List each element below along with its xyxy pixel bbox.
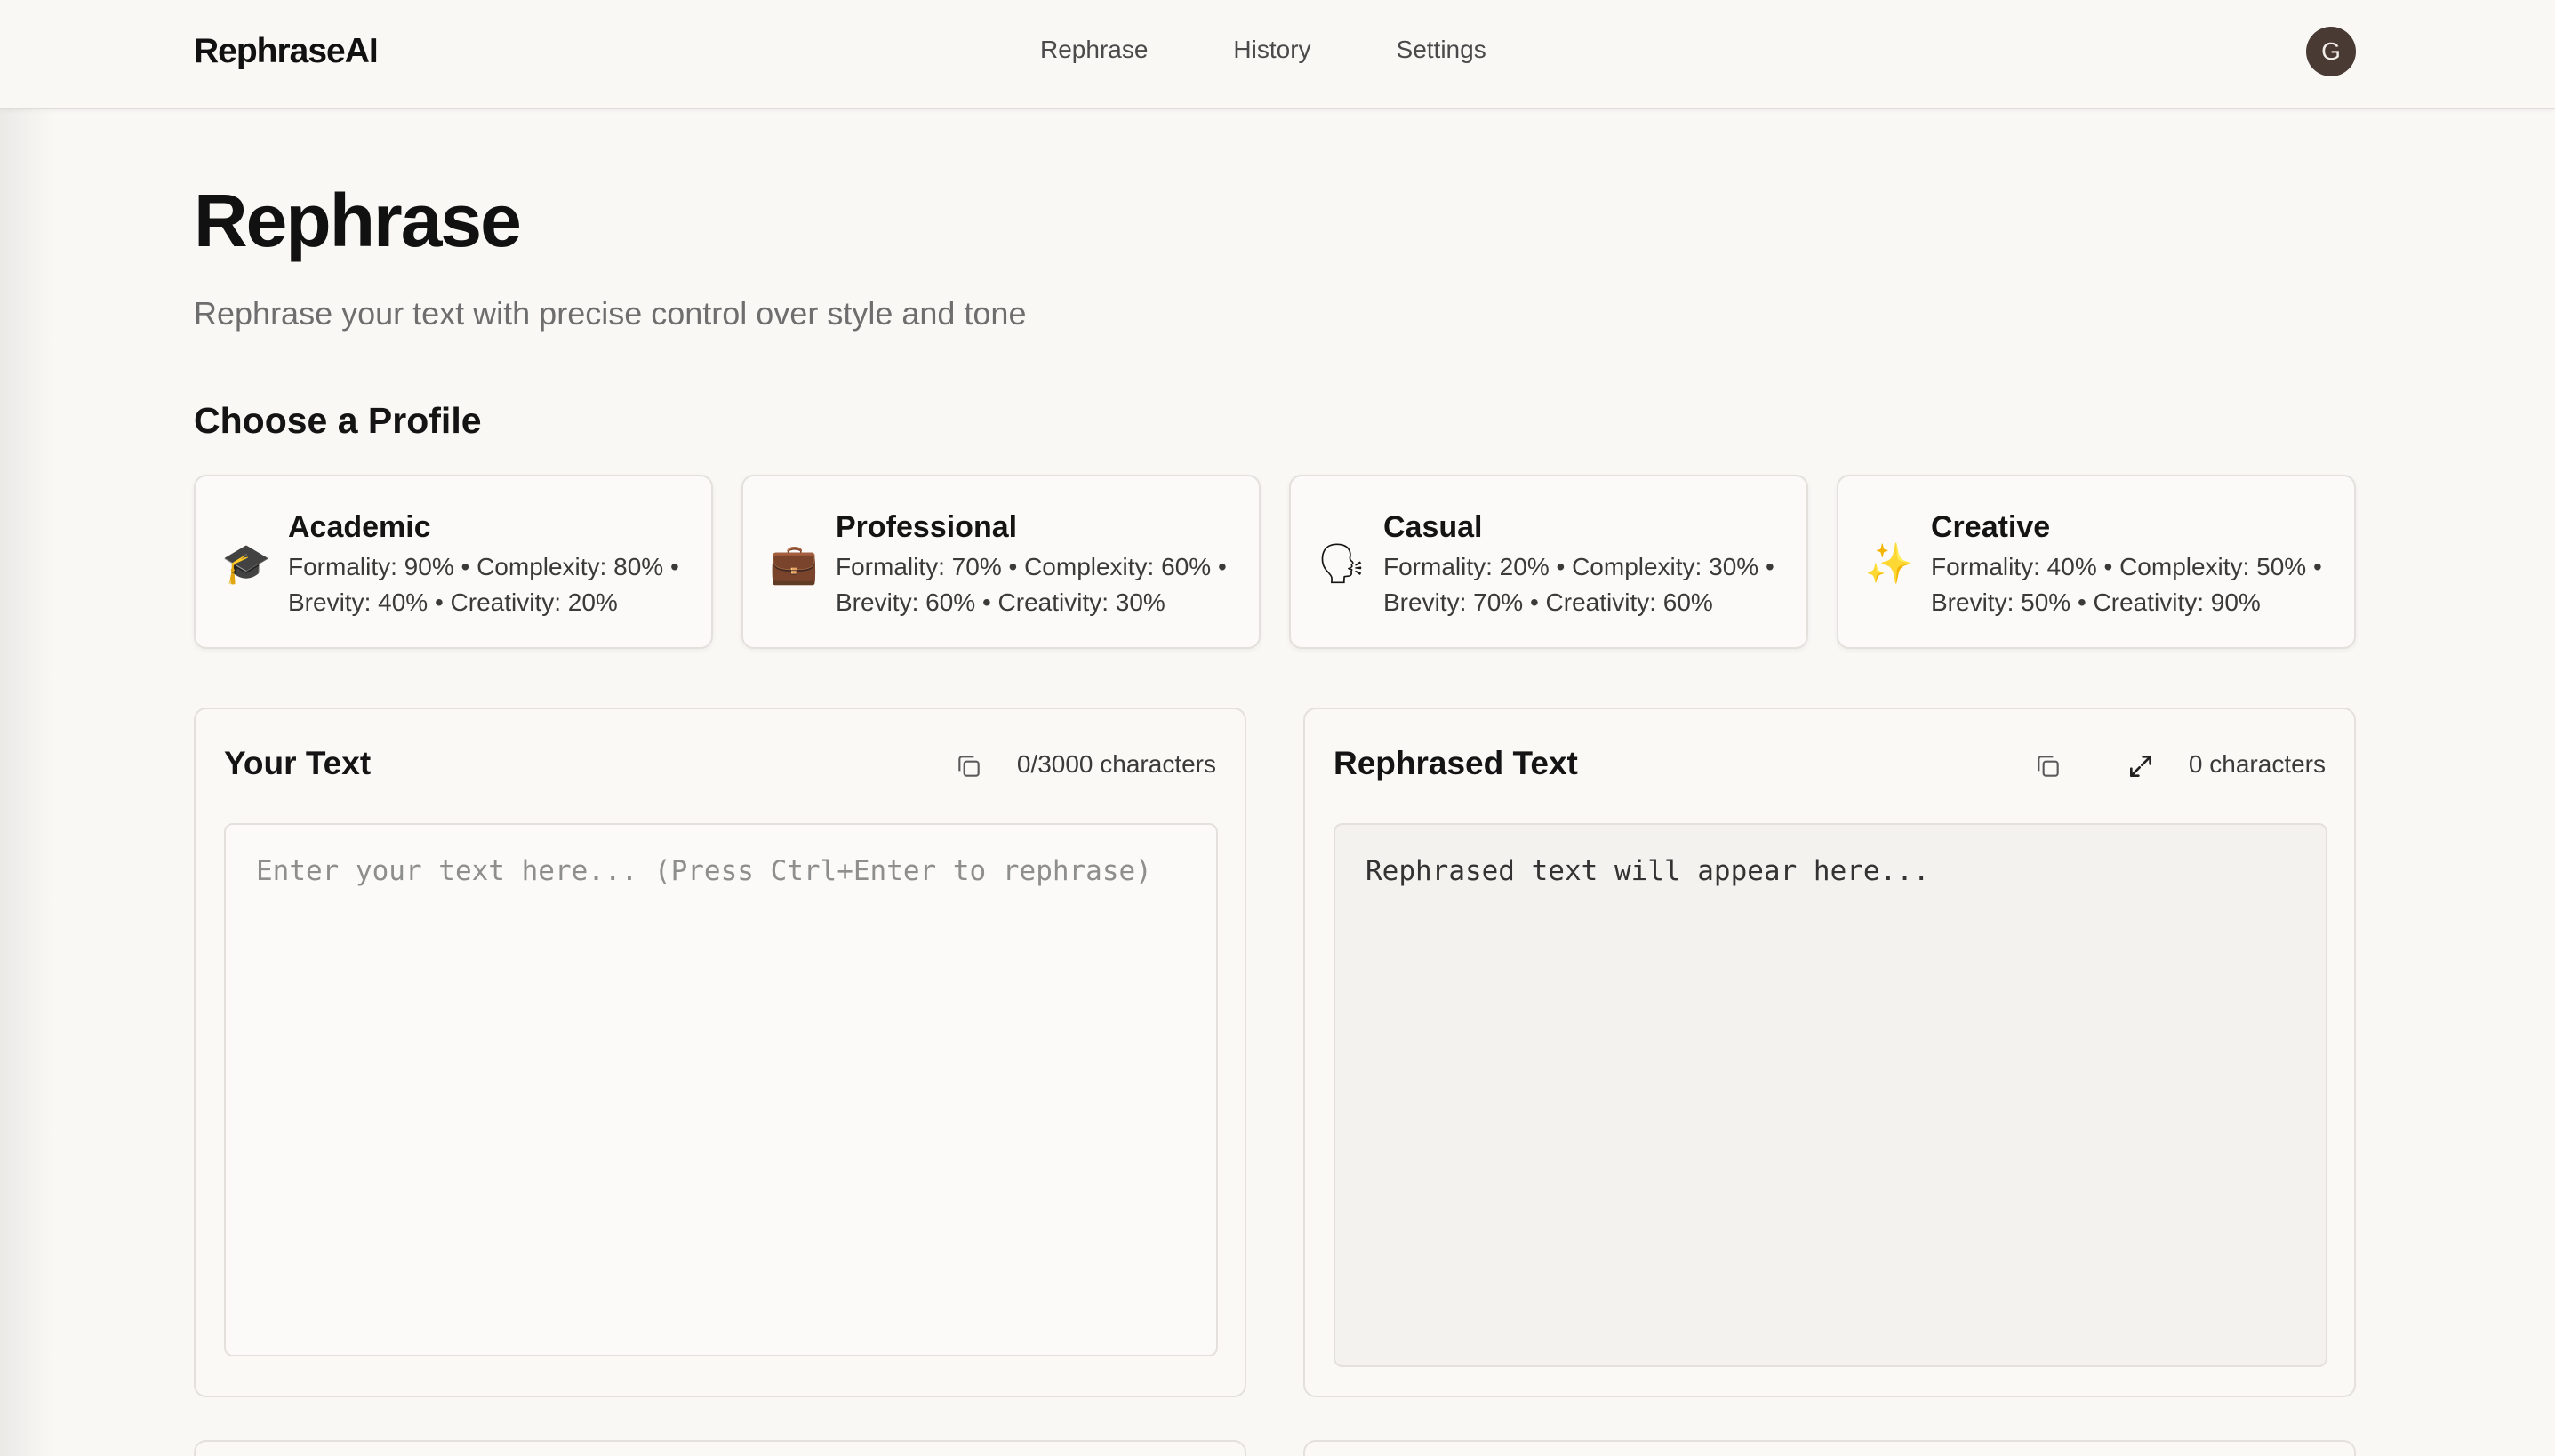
profile-name: Professional (836, 510, 1018, 544)
profile-card-creative[interactable]: ✨ Creative Formality: 40% • Complexity: … (1837, 475, 2356, 649)
output-panel-title: Rephrased Text (1334, 745, 1578, 781)
lower-panel-right (1303, 1440, 2356, 1456)
input-textarea[interactable] (224, 823, 1218, 1356)
page-subtitle: Rephrase your text with precise control … (194, 295, 1027, 332)
sparkles-icon: ✨ (1864, 542, 1914, 586)
nav-item-settings[interactable]: Settings (1397, 36, 1486, 64)
speaking-head-icon: 🗣 (1317, 542, 1366, 586)
briefcase-icon: 💼 (769, 542, 819, 586)
profile-stats: Formality: 70% • Complexity: 60% • Brevi… (836, 553, 1227, 616)
input-panel-title: Your Text (224, 745, 372, 781)
profile-stats: Formality: 90% • Complexity: 80% • Brevi… (288, 553, 679, 616)
profile-card-professional[interactable]: 💼 Professional Formality: 70% • Complexi… (741, 475, 1261, 649)
copy-icon[interactable] (951, 748, 987, 784)
main-nav: Rephrase History Settings (1040, 36, 1572, 64)
top-header: RephraseAI Rephrase History Settings G (0, 0, 2555, 109)
page: RephraseAI Rephrase History Settings G R… (0, 0, 2555, 1456)
input-char-count: 0/3000 characters (1016, 750, 1216, 778)
profile-stats: Formality: 40% • Complexity: 50% • Brevi… (1931, 553, 2322, 616)
input-panel: Your Text 0/3000 characters (194, 708, 1246, 1397)
lower-panel-left (194, 1440, 1246, 1456)
profile-stats: Formality: 20% • Complexity: 30% • Brevi… (1383, 553, 1774, 616)
profile-name: Creative (1931, 510, 2051, 544)
profile-card-academic[interactable]: 🎓 Academic Formality: 90% • Complexity: … (194, 475, 713, 649)
output-panel: Rephrased Text 0 characters Rephrased te… (1303, 708, 2356, 1397)
copy-icon[interactable] (2030, 748, 2066, 784)
graduation-cap-icon: 🎓 (221, 542, 271, 586)
nav-item-history[interactable]: History (1233, 36, 1310, 64)
profile-list: 🎓 Academic Formality: 90% • Complexity: … (194, 475, 2356, 649)
profile-name: Casual (1383, 510, 1483, 544)
expand-icon[interactable] (2123, 748, 2159, 784)
app-logo[interactable]: RephraseAI (194, 32, 379, 71)
nav-item-rephrase[interactable]: Rephrase (1040, 36, 1148, 64)
output-text-area[interactable]: Rephrased text will appear here... (1334, 823, 2327, 1367)
profiles-heading: Choose a Profile (194, 400, 482, 441)
profile-card-casual[interactable]: 🗣 Casual Formality: 20% • Complexity: 30… (1289, 475, 1808, 649)
profile-name: Academic (288, 510, 431, 544)
user-avatar[interactable]: G (2306, 27, 2356, 76)
output-char-count: 0 characters (2188, 750, 2326, 778)
page-title: Rephrase (194, 179, 522, 262)
left-edge-shadow (0, 0, 53, 1456)
